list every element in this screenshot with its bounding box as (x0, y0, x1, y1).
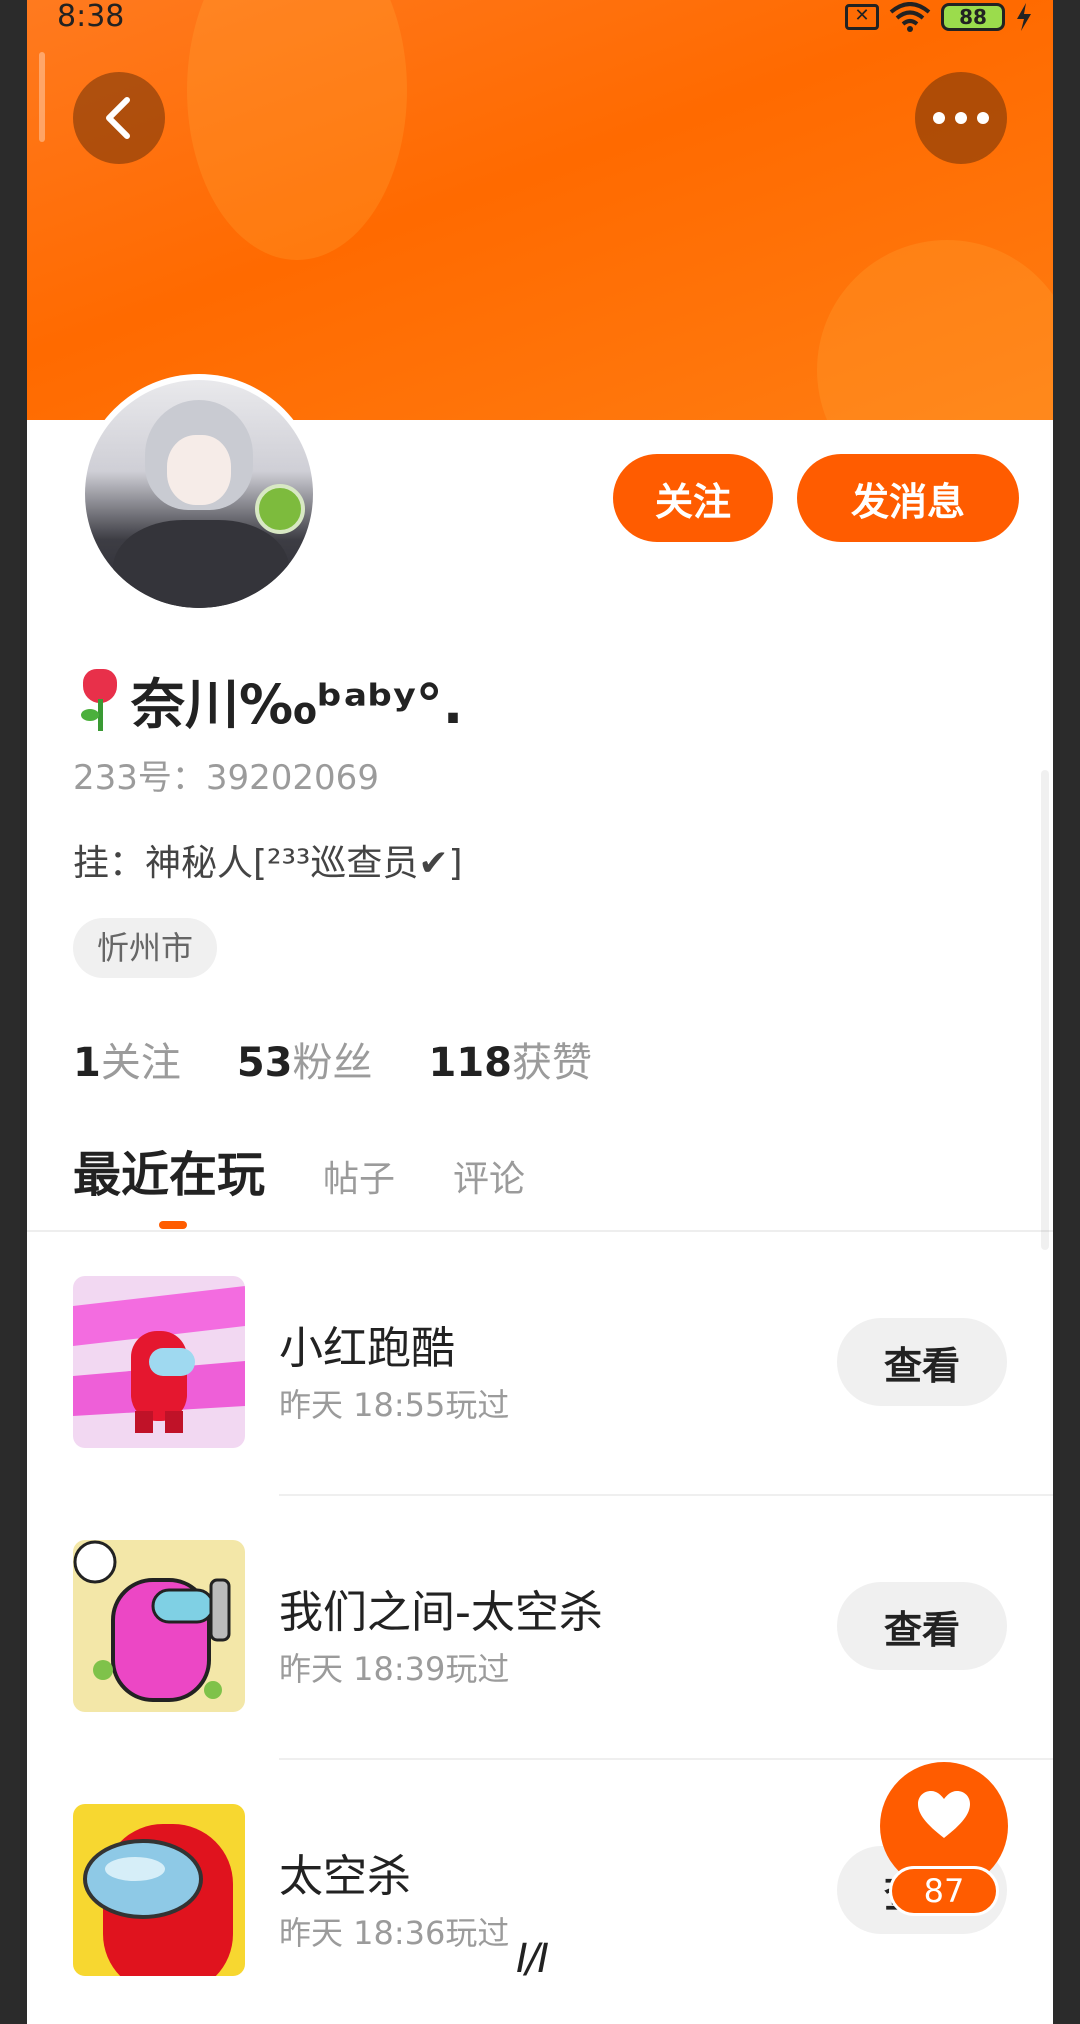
view-game-button[interactable]: 查看 (837, 1318, 1007, 1406)
game-played-time: 昨天 18:39玩过 (279, 1650, 510, 1688)
tab-posts[interactable]: 帖子 (323, 1150, 395, 1202)
skull-badge-icon (255, 484, 305, 534)
tab-recently-played[interactable]: 最近在玩 (73, 1135, 265, 1205)
game-title: 我们之间-太空杀 (279, 1587, 603, 1638)
no-sim-icon: ✕ (845, 4, 879, 30)
tab-comments[interactable]: 评论 (453, 1150, 525, 1202)
charging-icon (1017, 3, 1031, 31)
likes-stat[interactable]: 118获赞 (429, 1030, 593, 1088)
battery-indicator: 88 (941, 3, 1005, 31)
send-message-button[interactable]: 发消息 (797, 454, 1019, 542)
row-divider (279, 1494, 1053, 1496)
game-icon (73, 1804, 245, 1976)
row-divider (279, 1758, 1053, 1760)
banner-decoration (187, 0, 407, 260)
tulip-icon (77, 668, 123, 731)
fans-stat[interactable]: 53粉丝 (237, 1030, 373, 1088)
profile-header-banner: 8:38 ✕ 88 (27, 0, 1053, 420)
avatar-image (85, 380, 313, 608)
status-icons: ✕ 88 (845, 2, 1033, 32)
username: 奈川‰ᵇᵃᵇʸ°. (131, 673, 464, 736)
game-list-item[interactable]: 我们之间-太空杀 昨天 18:39玩过 查看 (73, 1540, 1053, 1804)
user-id: 233号：39202069 (73, 758, 379, 798)
chevron-left-icon (106, 97, 130, 139)
heart-icon (918, 1791, 970, 1838)
wifi-icon (889, 2, 931, 32)
avatar[interactable] (79, 374, 319, 614)
game-icon (73, 1276, 245, 1448)
game-icon (73, 1540, 245, 1712)
active-tab-indicator (159, 1221, 187, 1229)
follow-button[interactable]: 关注 (613, 454, 773, 542)
profile-page: 8:38 ✕ 88 关注 发消息 奈川‰ᵇᵃᵇʸ°. 233号：39202069… (27, 0, 1053, 2024)
tabs-divider (27, 1230, 1053, 1232)
profile-tabs: 最近在玩 帖子 评论 (73, 1135, 525, 1205)
game-played-time: 昨天 18:36玩过 (279, 1914, 510, 1952)
game-played-time: 昨天 18:55玩过 (279, 1386, 510, 1424)
page-indicator: I/I (516, 1936, 549, 1982)
scrollbar[interactable] (1041, 770, 1049, 1250)
more-button[interactable] (915, 72, 1007, 164)
back-button[interactable] (73, 72, 165, 164)
username-row: 奈川‰ᵇᵃᵇʸ°. (77, 660, 463, 739)
following-stat[interactable]: 1关注 (73, 1030, 181, 1088)
banner-decoration (817, 240, 1053, 420)
game-title: 小红跑酷 (279, 1323, 455, 1374)
game-title: 太空杀 (279, 1851, 411, 1902)
profile-stats: 1关注 53粉丝 118获赞 (73, 1030, 592, 1088)
location-tag: 忻州市 (73, 918, 218, 978)
like-count-badge: 87 (889, 1866, 999, 1916)
game-list-item[interactable]: 小红跑酷 昨天 18:55玩过 查看 (73, 1276, 1053, 1540)
status-time: 8:38 (57, 0, 125, 34)
user-pendant-title: 挂：神秘人[²³³巡查员✔] (73, 843, 463, 884)
more-dots-icon (933, 112, 989, 124)
edge-handle (39, 52, 45, 142)
view-game-button[interactable]: 查看 (837, 1582, 1007, 1670)
